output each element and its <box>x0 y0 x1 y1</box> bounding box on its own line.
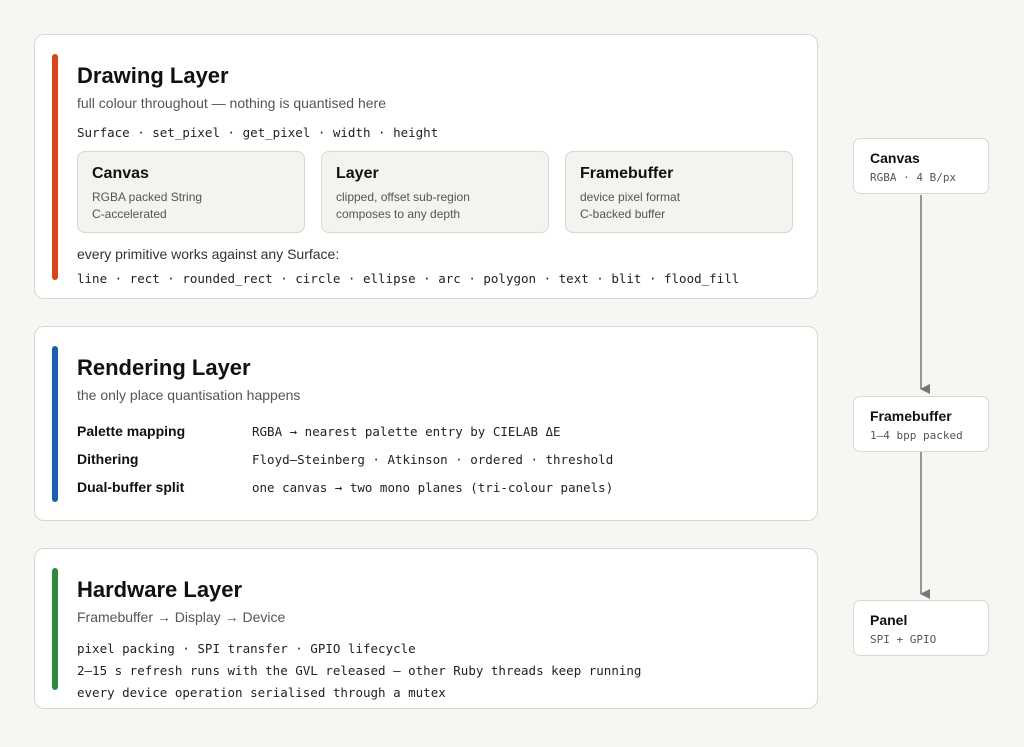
flow-node-canvas: Canvas RGBA · 4 B/px <box>853 138 989 194</box>
flow-node-canvas-title: Canvas <box>870 150 920 166</box>
flow-node-framebuffer-detail: 1–4 bpp packed <box>870 429 963 442</box>
flow-node-panel-title: Panel <box>870 612 908 628</box>
flow-node-framebuffer: Framebuffer 1–4 bpp packed <box>853 396 989 452</box>
flow-node-panel-detail: SPI + GPIO <box>870 633 937 646</box>
flow-node-panel: Panel SPI + GPIO <box>853 600 989 656</box>
flow-node-framebuffer-title: Framebuffer <box>870 408 952 424</box>
flow-node-canvas-detail: RGBA · 4 B/px <box>870 171 957 184</box>
